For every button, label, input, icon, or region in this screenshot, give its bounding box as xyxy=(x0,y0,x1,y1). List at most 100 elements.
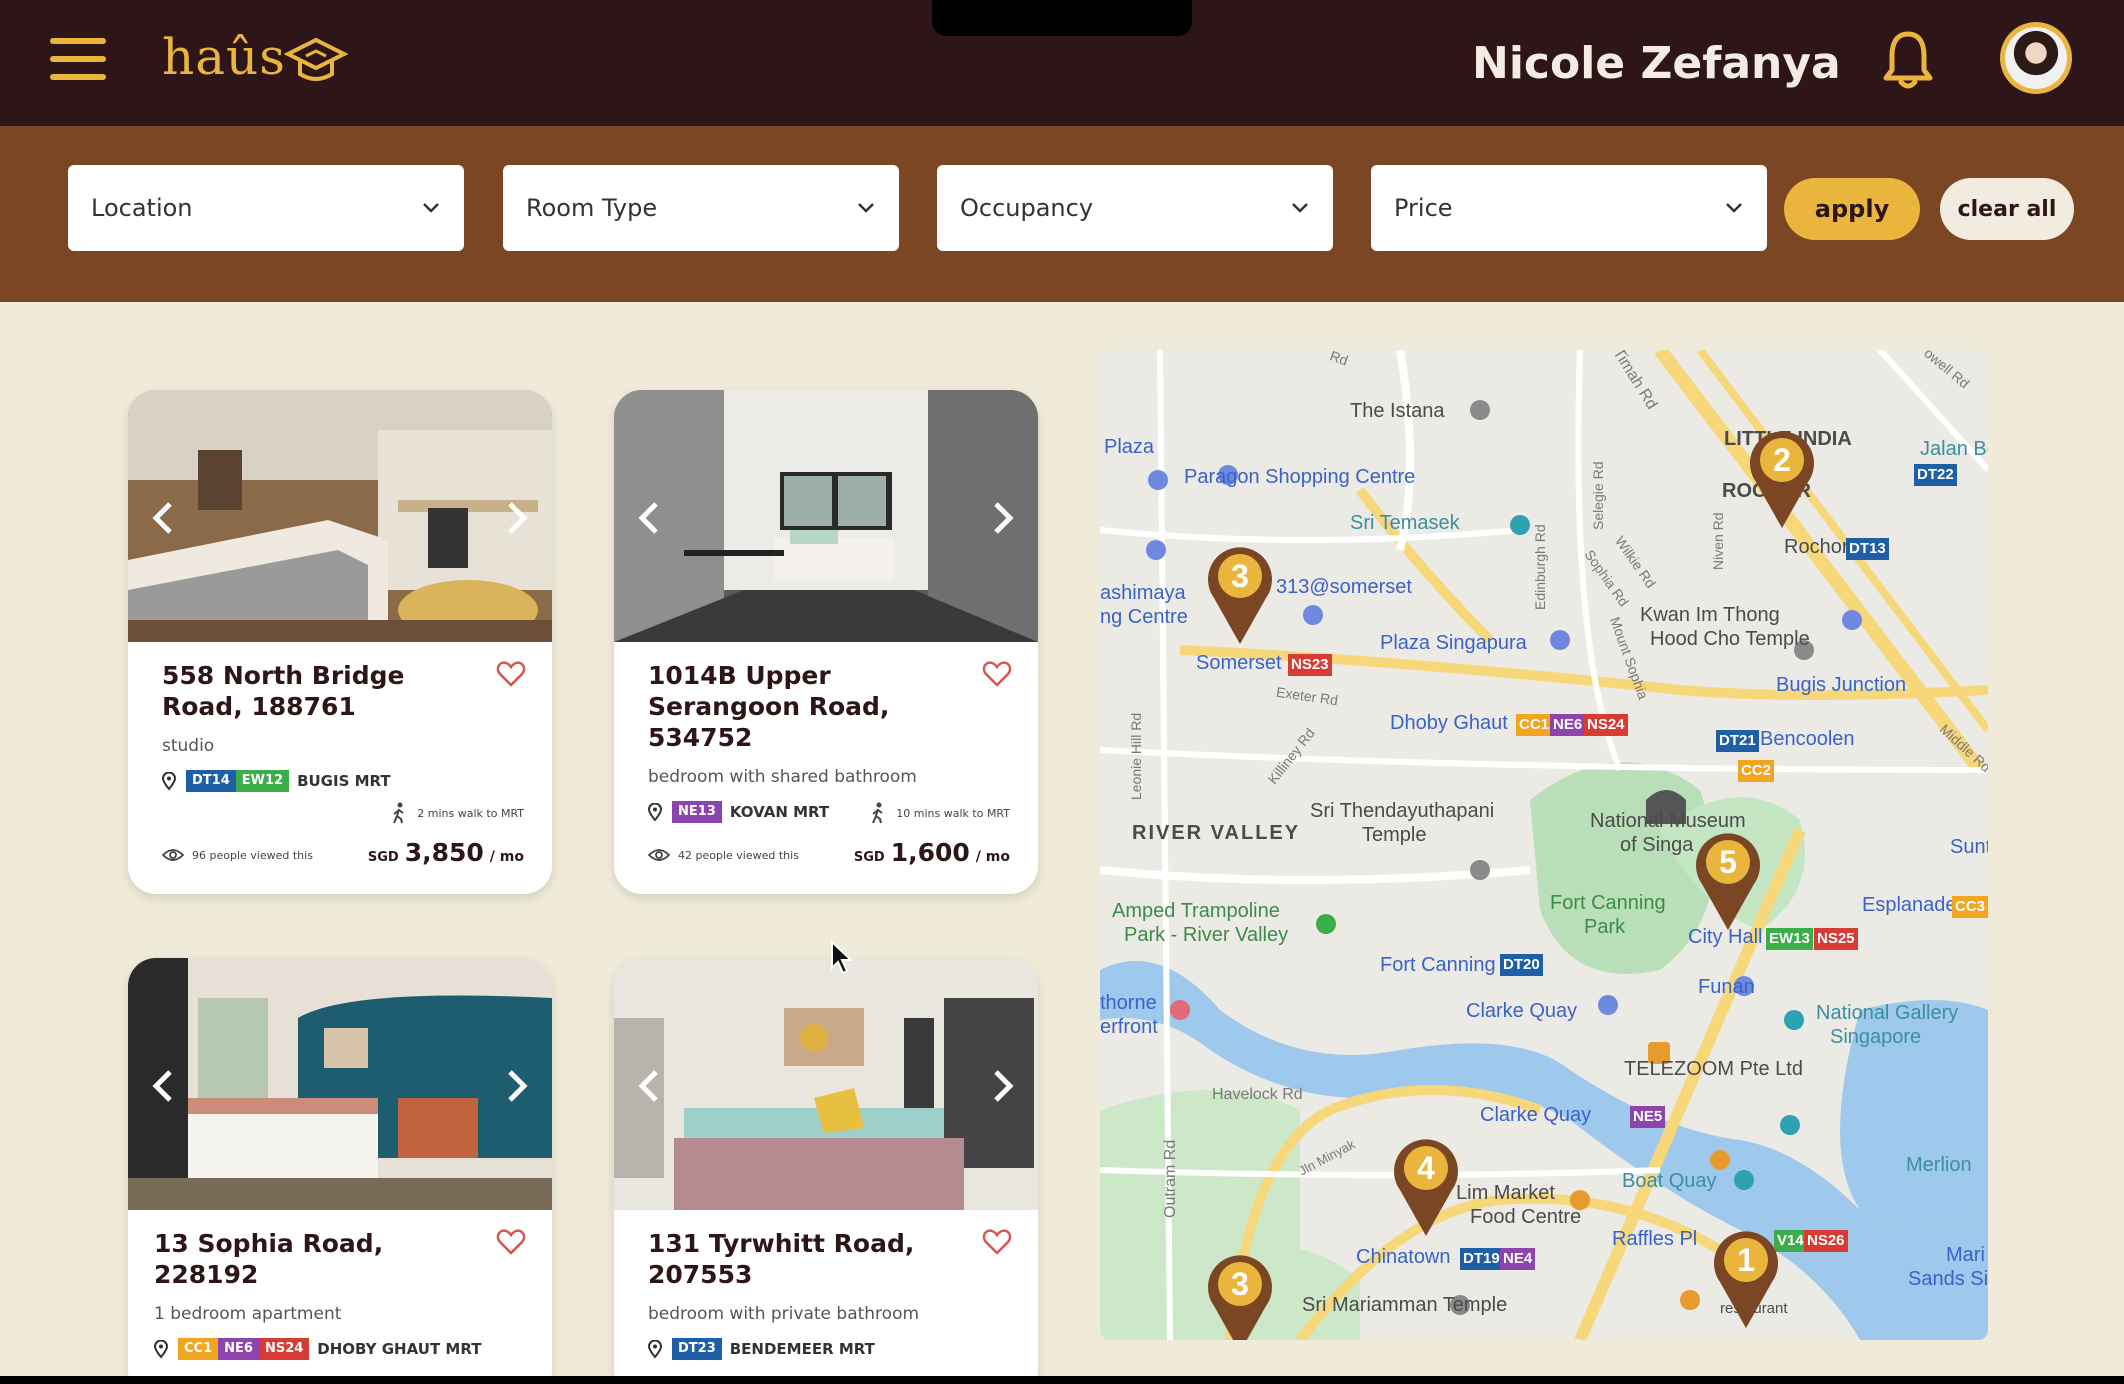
eye-icon xyxy=(162,849,184,861)
walking-person-icon xyxy=(872,802,883,824)
map-place-label: Lim Market xyxy=(1456,1182,1555,1204)
map-place-label: TELEZOOM Pte Ltd xyxy=(1624,1058,1803,1080)
price-unit: / mo xyxy=(975,849,1010,865)
listing-card[interactable]: 13 Sophia Road, 228192 1 bedroom apartme… xyxy=(128,958,552,1384)
favorite-heart-icon[interactable] xyxy=(982,1228,1012,1256)
map-mrt-badge: DT19 xyxy=(1460,1248,1503,1270)
price-currency: SGD xyxy=(367,850,399,865)
favorite-heart-icon[interactable] xyxy=(496,1228,526,1256)
chevron-down-icon xyxy=(1292,203,1308,213)
listing-title[interactable]: 131 Tyrwhitt Road, 207553 xyxy=(648,1228,978,1290)
map-station-label: Clarke Quay xyxy=(1480,1104,1592,1126)
photo-prev-arrow-icon[interactable] xyxy=(632,1066,666,1106)
map-place-label: Kwan Im Thong xyxy=(1640,604,1780,626)
location-select-label: Location xyxy=(91,194,193,222)
favorite-heart-icon[interactable] xyxy=(496,660,526,688)
favorite-heart-icon[interactable] xyxy=(982,660,1012,688)
mouse-cursor-icon xyxy=(831,940,854,975)
listing-card[interactable]: 1014B Upper Serangoon Road, 534752 bedro… xyxy=(614,390,1038,894)
map-place-label: Fort Canning xyxy=(1550,892,1666,914)
map-place-label: ashimaya xyxy=(1100,582,1186,604)
map-listing-marker[interactable]: 2 xyxy=(1746,424,1818,532)
occupancy-select-label: Occupancy xyxy=(960,194,1094,222)
map-area-label: RIVER VALLEY xyxy=(1132,822,1301,844)
map-street-label: Niven Rd xyxy=(1710,512,1726,570)
map-place-label: erfront xyxy=(1100,1016,1158,1038)
map-listing-marker[interactable]: 3 xyxy=(1204,1248,1276,1340)
listing-card[interactable]: 558 North Bridge Road, 188761 studio DT1… xyxy=(128,390,552,894)
map-street-label: Outram Rd xyxy=(1162,1139,1179,1218)
marker-number: 2 xyxy=(1773,442,1791,478)
occupancy-select[interactable]: Occupancy xyxy=(937,165,1333,251)
user-avatar[interactable] xyxy=(2000,22,2072,94)
map-place-label: Park xyxy=(1584,916,1626,938)
mrt-line-badge: EW12 xyxy=(235,770,290,792)
photo-next-arrow-icon[interactable] xyxy=(986,1066,1020,1106)
marker-number: 3 xyxy=(1231,1266,1249,1302)
marker-number: 5 xyxy=(1719,844,1737,880)
map-place-label: The Istana xyxy=(1350,400,1445,422)
listing-price: SGD 3,850 / mo xyxy=(368,838,524,867)
map-place-label: National Gallery xyxy=(1816,1002,1959,1024)
map-place-label: of Singa xyxy=(1620,834,1694,856)
map-mrt-badge: NS24 xyxy=(1584,714,1628,736)
map-view[interactable]: The Istana LITTLE INDIA Jalan Besa Plaza… xyxy=(1100,350,1988,1340)
photo-next-arrow-icon[interactable] xyxy=(986,498,1020,538)
map-mrt-badge: NE4 xyxy=(1500,1248,1536,1270)
eye-icon xyxy=(648,849,670,861)
user-name[interactable]: Nicole Zefanya xyxy=(1472,38,1841,89)
mrt-line-badge: DT14 xyxy=(186,770,236,792)
mrt-line-badge: NE13 xyxy=(672,801,722,823)
map-mrt-badge: DT13 xyxy=(1846,538,1889,560)
listing-title[interactable]: 558 North Bridge Road, 188761 xyxy=(162,660,492,722)
notification-bell-icon[interactable] xyxy=(1880,28,1936,92)
bottom-edge xyxy=(0,1376,2124,1384)
listing-title[interactable]: 1014B Upper Serangoon Road, 534752 xyxy=(648,660,978,753)
map-station-label: Dhoby Ghaut xyxy=(1390,712,1508,734)
map-place-label: Plaza xyxy=(1104,436,1155,458)
walking-person-icon xyxy=(393,802,404,824)
map-mrt-badge: DT22 xyxy=(1914,464,1957,486)
photo-prev-arrow-icon[interactable] xyxy=(146,1066,180,1106)
map-place-label: Suntec xyxy=(1950,836,1988,858)
apply-button[interactable]: apply xyxy=(1784,178,1920,240)
photo-prev-arrow-icon[interactable] xyxy=(146,498,180,538)
chevron-down-icon xyxy=(1726,203,1742,213)
map-place-label: Sri Temasek xyxy=(1350,512,1460,534)
map-street-label: Selegie Rd xyxy=(1590,461,1606,531)
clear-all-button[interactable]: clear all xyxy=(1940,178,2074,240)
camera-notch xyxy=(932,0,1192,36)
map-place-label: Plaza Singapura xyxy=(1380,632,1527,654)
listing-card[interactable]: 131 Tyrwhitt Road, 207553 bedroom with p… xyxy=(614,958,1038,1384)
photo-next-arrow-icon[interactable] xyxy=(500,498,534,538)
mrt-station-name: BUGIS MRT xyxy=(297,772,391,790)
chevron-down-icon xyxy=(858,203,874,213)
walk-distance: 10 mins walk to MRT xyxy=(870,802,1010,824)
map-listing-marker[interactable]: 3 xyxy=(1204,540,1276,648)
map-listing-marker[interactable]: 5 xyxy=(1692,826,1764,934)
map-mrt-badge: CC1 xyxy=(1516,714,1553,736)
mrt-station-name: KOVAN MRT xyxy=(729,803,830,821)
walk-distance-text: 10 mins walk to MRT xyxy=(896,806,1010,820)
map-listing-marker[interactable]: 1 xyxy=(1710,1224,1782,1332)
listing-room-type: 1 bedroom apartment xyxy=(154,1304,342,1324)
location-select[interactable]: Location xyxy=(68,165,464,251)
map-place-label: Bugis Junction xyxy=(1776,674,1907,696)
app-logo[interactable]: haûs xyxy=(162,28,286,86)
location-pin-icon xyxy=(648,1340,662,1358)
mrt-info: DT14 EW12 BUGIS MRT xyxy=(162,770,518,792)
map-place-label: Merlion xyxy=(1906,1154,1972,1176)
mrt-line-badge: NS24 xyxy=(258,1338,310,1360)
price-select[interactable]: Price xyxy=(1371,165,1767,251)
room-type-select[interactable]: Room Type xyxy=(503,165,899,251)
hamburger-menu-icon[interactable] xyxy=(50,38,106,80)
photo-next-arrow-icon[interactable] xyxy=(500,1066,534,1106)
listing-title[interactable]: 13 Sophia Road, 228192 xyxy=(154,1228,484,1290)
map-street-label: Leonie Hill Rd xyxy=(1128,712,1144,800)
map-place-label: Clarke Quay xyxy=(1466,1000,1578,1022)
chevron-down-icon xyxy=(423,203,439,213)
price-currency: SGD xyxy=(853,850,885,865)
listing-photo xyxy=(128,958,552,1210)
photo-prev-arrow-icon[interactable] xyxy=(632,498,666,538)
map-listing-marker[interactable]: 4 xyxy=(1390,1132,1462,1240)
